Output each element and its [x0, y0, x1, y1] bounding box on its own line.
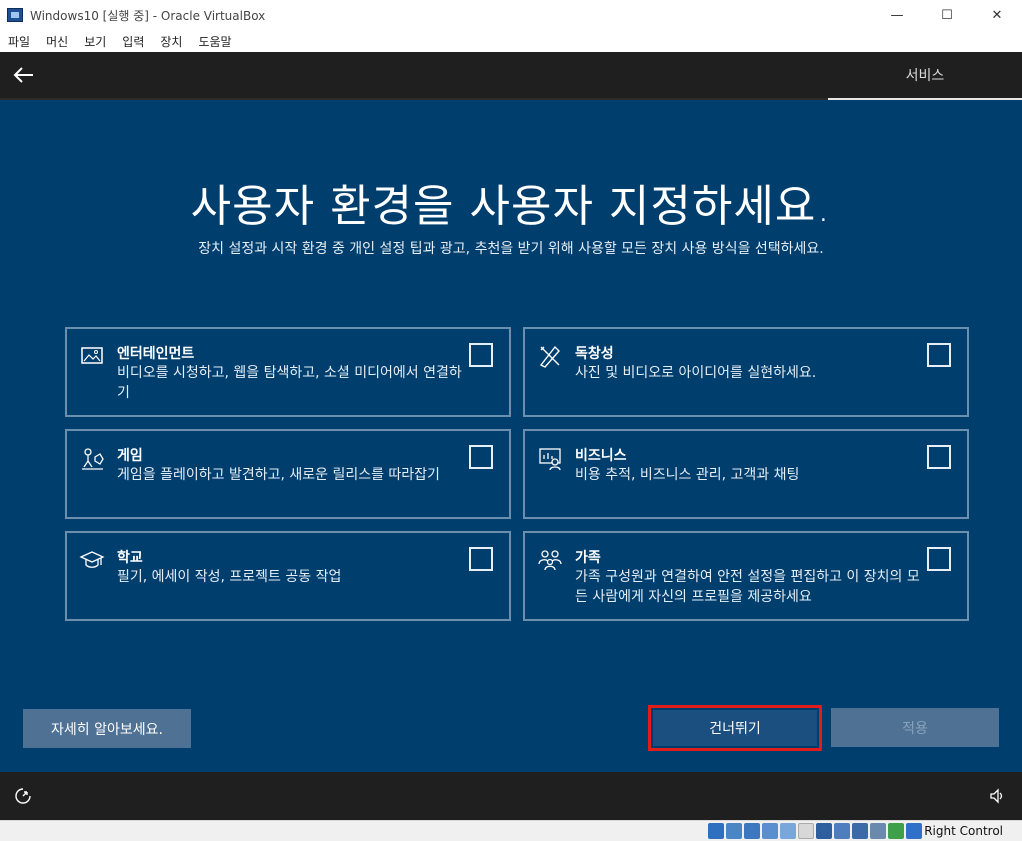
family-checkbox[interactable] [927, 547, 951, 571]
network-icon[interactable] [762, 823, 778, 839]
graduation-cap-icon [79, 551, 105, 568]
back-button[interactable] [10, 62, 36, 88]
option-card-family[interactable]: 가족 가족 구성원과 연결하여 안전 설정을 편집하고 이 장치의 모든 사람에… [523, 531, 969, 621]
menu-devices[interactable]: 장치 [160, 33, 182, 50]
card-title: 게임 [117, 448, 143, 464]
virtualbox-app-icon [6, 6, 24, 24]
recording-icon[interactable] [834, 823, 850, 839]
cpu-icon[interactable] [852, 823, 868, 839]
family-icon [538, 550, 562, 571]
option-card-business[interactable]: 비즈니스 비용 추적, 비즈니스 관리, 고객과 채팅 [523, 429, 969, 519]
page-subtitle: 장치 설정과 시작 환경 중 개인 설정 팁과 광고, 추천을 받기 위해 사용… [198, 241, 824, 257]
card-description: 사진 및 비디오로 아이디어를 실현하세요. [575, 365, 817, 381]
mouse-integration-icon[interactable] [888, 823, 904, 839]
card-title: 엔터테인먼트 [117, 346, 195, 362]
menu-help[interactable]: 도움말 [198, 33, 231, 50]
option-card-gaming[interactable]: 게임 게임을 플레이하고 발견하고, 새로운 릴리스를 따라잡기 [65, 429, 511, 519]
optical-drive-icon[interactable] [726, 823, 742, 839]
shared-folder-icon[interactable] [798, 823, 814, 839]
oobe-topbar: 서비스 [0, 52, 1022, 98]
close-button[interactable]: ✕ [972, 0, 1022, 30]
ease-of-access-icon[interactable] [14, 787, 32, 805]
window-titlebar: Windows10 [실행 중] - Oracle VirtualBox — ☐… [0, 0, 1022, 30]
card-description: 비용 추적, 비즈니스 관리, 고객과 채팅 [575, 467, 800, 483]
card-description: 필기, 에세이 작성, 프로젝트 공동 작업 [117, 569, 342, 585]
tab-services[interactable]: 서비스 [828, 52, 1022, 98]
volume-icon[interactable] [988, 787, 1006, 805]
gaming-checkbox[interactable] [469, 445, 493, 469]
option-card-entertainment[interactable]: 엔터테인먼트 비디오를 시청하고, 웹을 탐색하고, 소셜 미디어에서 연결하기 [65, 327, 511, 417]
gaming-icon [82, 448, 104, 470]
option-card-school[interactable]: 학교 필기, 에세이 작성, 프로젝트 공동 작업 [65, 531, 511, 621]
display-icon[interactable] [816, 823, 832, 839]
creativity-checkbox[interactable] [927, 343, 951, 367]
school-checkbox[interactable] [469, 547, 493, 571]
business-icon [539, 448, 561, 471]
pen-ruler-icon [539, 345, 560, 368]
card-title: 독창성 [575, 346, 614, 362]
oobe-bottombar [0, 772, 1022, 820]
menu-machine[interactable]: 머신 [46, 33, 68, 50]
entertainment-checkbox[interactable] [469, 343, 493, 367]
maximize-button[interactable]: ☐ [922, 0, 972, 30]
back-arrow-icon [13, 67, 33, 83]
card-title: 비즈니스 [575, 448, 627, 464]
card-description: 비디오를 시청하고, 웹을 탐색하고, 소셜 미디어에서 연결하기 [117, 365, 462, 401]
audio-icon[interactable] [744, 823, 760, 839]
guest-screen: 서비스 사용자 환경을 사용자 지정하세요. 장치 설정과 시작 환경 중 개인… [0, 52, 1022, 820]
card-description: 가족 구성원과 연결하여 안전 설정을 편집하고 이 장치의 모든 사람에게 자… [575, 569, 920, 605]
skip-button[interactable]: 건너뛰기 [653, 710, 817, 746]
keyboard-capture-icon[interactable] [906, 823, 922, 839]
business-checkbox[interactable] [927, 445, 951, 469]
menubar: 파일 머신 보기 입력 장치 도움말 [0, 30, 1022, 52]
window-controls: — ☐ ✕ [872, 0, 1022, 30]
menu-file[interactable]: 파일 [8, 33, 30, 50]
card-title: 가족 [575, 550, 601, 566]
usb-icon[interactable] [780, 823, 796, 839]
apply-button[interactable]: 적용 [831, 708, 999, 747]
picture-icon [81, 347, 103, 364]
card-title: 학교 [117, 550, 143, 566]
host-key-label: Right Control [924, 824, 1003, 838]
vm-statusbar: Right Control [0, 820, 1022, 841]
vt-icon[interactable] [870, 823, 886, 839]
tab-services-underline [828, 98, 1022, 100]
hard-disk-icon[interactable] [708, 823, 724, 839]
learn-more-button[interactable]: 자세히 알아보세요. [23, 709, 191, 748]
menu-view[interactable]: 보기 [84, 33, 106, 50]
topbar-divider [0, 98, 828, 100]
card-description: 게임을 플레이하고 발견하고, 새로운 릴리스를 따라잡기 [117, 467, 440, 483]
menu-input[interactable]: 입력 [122, 33, 144, 50]
device-status-icons [706, 823, 922, 839]
page-title: 사용자 환경을 사용자 지정하세요. [190, 181, 832, 232]
minimize-button[interactable]: — [872, 0, 922, 30]
option-card-creativity[interactable]: 독창성 사진 및 비디오로 아이디어를 실현하세요. [523, 327, 969, 417]
window-title: Windows10 [실행 중] - Oracle VirtualBox [30, 8, 266, 23]
skip-button-highlight: 건너뛰기 [648, 705, 822, 751]
